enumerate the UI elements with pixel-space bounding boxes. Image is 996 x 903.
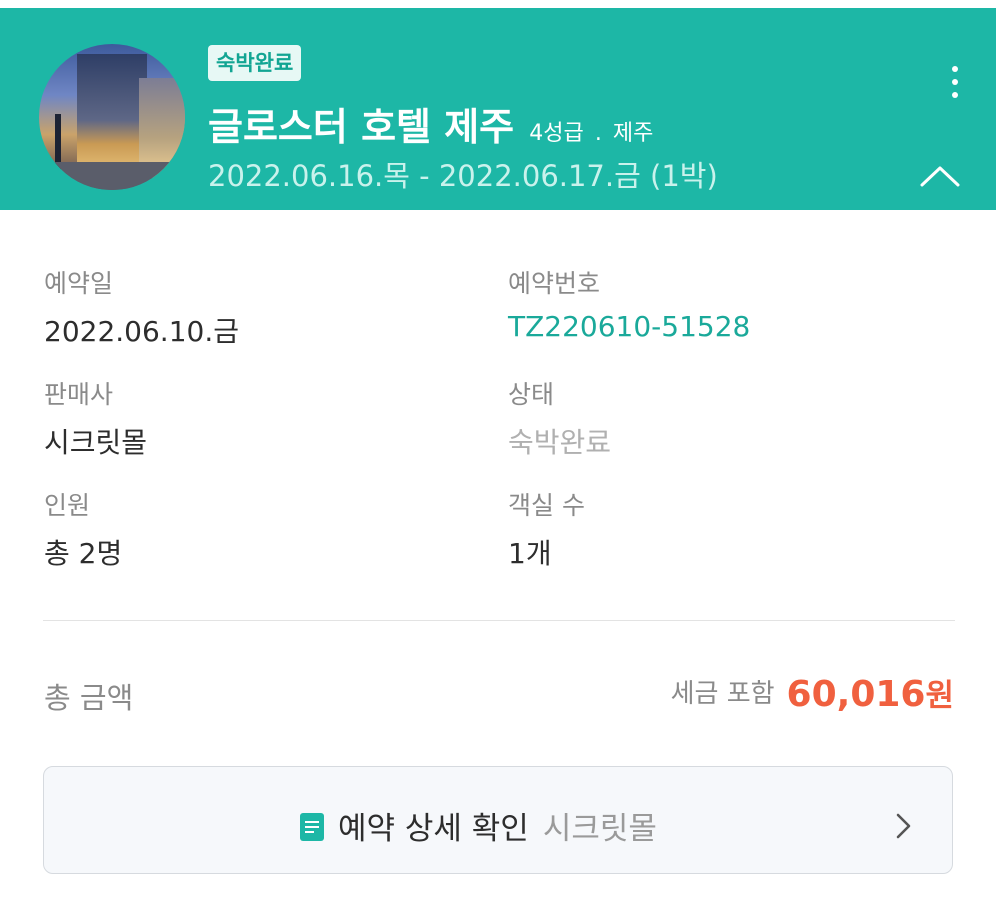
total-amount: 세금 포함 60,016원: [671, 670, 954, 715]
reservation-detail-button[interactable]: 예약 상세 확인 시크릿몰: [43, 766, 953, 874]
more-vertical-icon[interactable]: [945, 64, 965, 100]
tax-included-label: 세금 포함: [670, 679, 775, 709]
currency-unit: 원: [925, 678, 954, 714]
status-value: 숙박완료: [508, 426, 612, 459]
document-icon: [300, 813, 324, 841]
booking-date-label: 예약일: [44, 269, 114, 298]
rooms-label: 객실 수: [508, 491, 585, 520]
hotel-name[interactable]: 글로스터 호텔 제주: [208, 105, 514, 149]
detail-button-seller: 시크릿몰: [542, 811, 657, 847]
guests-label: 인원: [44, 491, 91, 520]
separator: .: [594, 121, 602, 146]
rooms-value: 1개: [508, 537, 552, 570]
booking-number-label: 예약번호: [508, 269, 601, 298]
booking-number-value[interactable]: TZ220610-51528: [508, 310, 750, 343]
stay-dates: 2022.06.16.목 - 2022.06.17.금 (1박): [208, 159, 718, 193]
chevron-right-icon[interactable]: [892, 811, 914, 841]
reservation-header: 숙박완료 글로스터 호텔 제주 4성급 . 제주 2022.06.16.목 - …: [0, 8, 996, 210]
total-amount-label: 총 금액: [44, 681, 134, 715]
hotel-title-row: 글로스터 호텔 제주 4성급 . 제주: [208, 96, 653, 151]
status-label: 상태: [508, 380, 555, 409]
seller-value: 시크릿몰: [44, 426, 148, 459]
hotel-thumbnail: [39, 44, 185, 190]
divider: [43, 620, 955, 621]
hotel-grade: 4성급: [529, 121, 584, 146]
booking-date-value: 2022.06.10.금: [44, 315, 239, 348]
status-badge: 숙박완료: [208, 45, 302, 81]
detail-button-label: 예약 상세 확인: [338, 811, 529, 847]
seller-label: 판매사: [44, 380, 114, 409]
chevron-up-icon[interactable]: [918, 160, 962, 190]
total-amount-value: 60,016: [786, 674, 926, 715]
guests-value: 총 2명: [44, 537, 123, 570]
hotel-region: 제주: [612, 121, 654, 146]
